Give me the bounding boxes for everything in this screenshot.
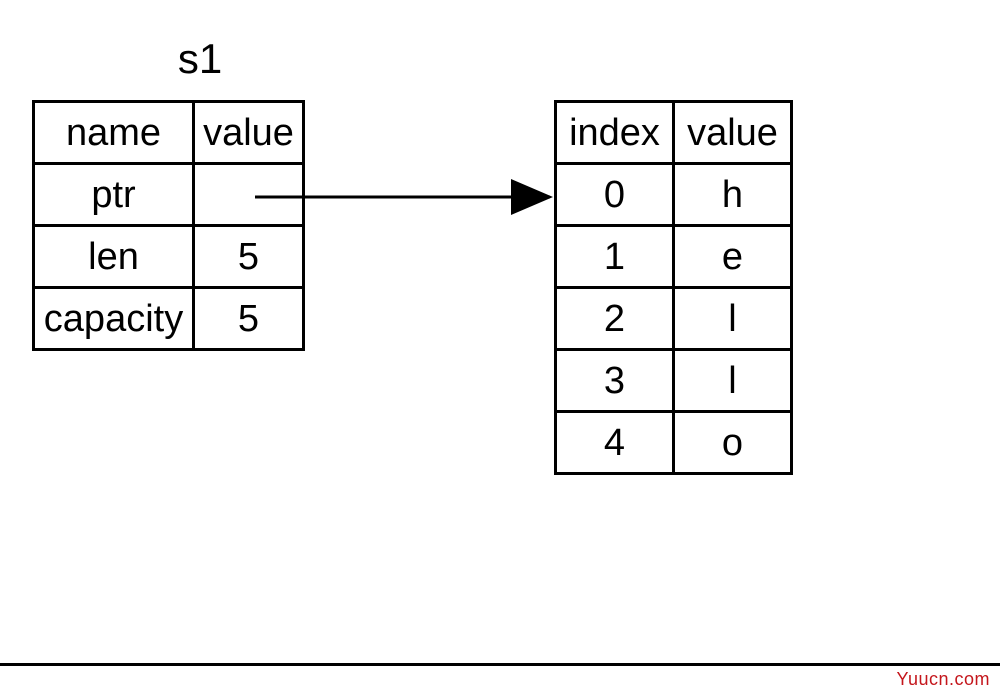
header-value: value: [674, 102, 792, 164]
table-row: 0 h: [556, 164, 792, 226]
struct-table: name value ptr len 5 capacity 5: [32, 100, 305, 351]
header-value: value: [194, 102, 304, 164]
cell-value: l: [674, 288, 792, 350]
table-row: 1 e: [556, 226, 792, 288]
cell-index: 3: [556, 350, 674, 412]
table-row: ptr: [34, 164, 304, 226]
cell-value: o: [674, 412, 792, 474]
cell-name: ptr: [34, 164, 194, 226]
table-row: 2 l: [556, 288, 792, 350]
cell-value: h: [674, 164, 792, 226]
cell-value: l: [674, 350, 792, 412]
header-name: name: [34, 102, 194, 164]
cell-value: [194, 164, 304, 226]
cell-value: 5: [194, 226, 304, 288]
table-row: 3 l: [556, 350, 792, 412]
watermark: Yuucn.com: [896, 669, 990, 690]
cell-index: 0: [556, 164, 674, 226]
cell-name: len: [34, 226, 194, 288]
cell-value: e: [674, 226, 792, 288]
cell-index: 1: [556, 226, 674, 288]
table-header-row: index value: [556, 102, 792, 164]
cell-name: capacity: [34, 288, 194, 350]
table-header-row: name value: [34, 102, 304, 164]
table-row: len 5: [34, 226, 304, 288]
header-index: index: [556, 102, 674, 164]
table-row: capacity 5: [34, 288, 304, 350]
heap-table: index value 0 h 1 e 2 l 3 l 4 o: [554, 100, 793, 475]
cell-value: 5: [194, 288, 304, 350]
cell-index: 2: [556, 288, 674, 350]
cell-index: 4: [556, 412, 674, 474]
table-row: 4 o: [556, 412, 792, 474]
struct-title: s1: [155, 35, 245, 83]
